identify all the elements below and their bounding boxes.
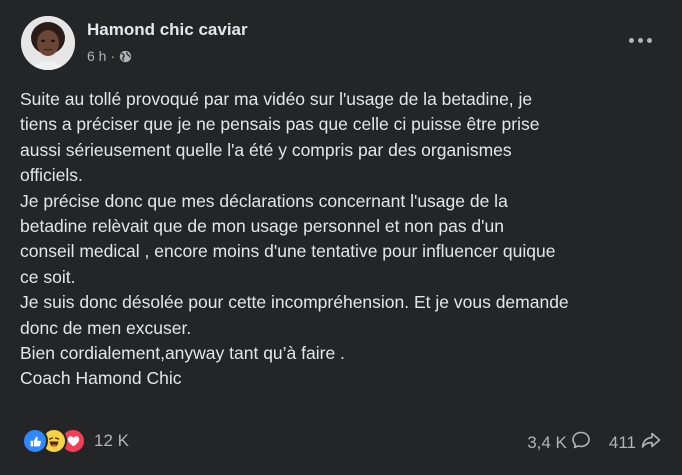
comments-count: 3,4 K <box>527 432 567 452</box>
shares-count-button[interactable]: 411 <box>609 430 662 455</box>
share-icon <box>640 430 662 455</box>
post-body: Suite au tollé provoqué par ma vidéo sur… <box>20 89 569 389</box>
more-options-icon[interactable] <box>622 28 658 52</box>
post-meta: 6 h · <box>87 48 132 64</box>
like-icon <box>22 428 48 454</box>
post-card: Hamond chic caviar 6 h · Suite au tollé … <box>0 0 682 475</box>
avatar-photo <box>21 16 75 70</box>
post-time[interactable]: 6 h <box>87 48 106 64</box>
avatar[interactable] <box>21 16 75 70</box>
globe-icon[interactable] <box>119 50 132 63</box>
post-stats: 3,4 K 411 <box>527 430 662 455</box>
meta-separator: · <box>110 48 116 64</box>
comment-icon <box>571 430 591 455</box>
shares-count: 411 <box>608 432 636 452</box>
comments-count-button[interactable]: 3,4 K <box>527 430 591 455</box>
author-name[interactable]: Hamond chic caviar <box>87 20 248 40</box>
reactions-summary[interactable]: 12 K <box>22 428 129 454</box>
reaction-count: 12 K <box>94 431 129 450</box>
